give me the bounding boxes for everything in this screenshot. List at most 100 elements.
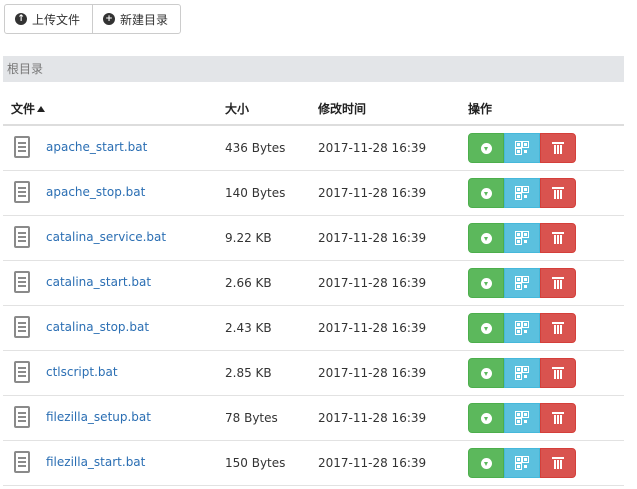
trash-icon: [552, 142, 564, 154]
qrcode-icon: [515, 276, 529, 290]
download-button[interactable]: [468, 358, 504, 388]
table-row: ctlscript.bat 2.85 KB 2017-11-28 16:39: [3, 351, 624, 396]
qrcode-icon: [515, 141, 529, 155]
file-name-link[interactable]: ctlscript.bat: [46, 365, 118, 379]
file-name-link[interactable]: filezilla_setup.bat: [46, 410, 151, 424]
delete-button[interactable]: [540, 178, 576, 208]
download-circle-icon: [480, 232, 492, 244]
qrcode-button[interactable]: [504, 268, 540, 298]
qrcode-button[interactable]: [504, 448, 540, 478]
file-name-link[interactable]: catalina_start.bat: [46, 275, 151, 289]
trash-icon: [552, 367, 564, 379]
download-button[interactable]: [468, 448, 504, 478]
delete-button[interactable]: [540, 448, 576, 478]
delete-button[interactable]: [540, 268, 576, 298]
header-name-label: 文件: [11, 102, 36, 116]
file-name-link[interactable]: apache_stop.bat: [46, 185, 145, 199]
file-name-link[interactable]: catalina_service.bat: [46, 230, 166, 244]
table-row: filezilla_setup.bat 78 Bytes 2017-11-28 …: [3, 396, 624, 441]
toolbar: ↑ 上传文件 + 新建目录: [4, 4, 181, 34]
file-name-link[interactable]: filezilla_start.bat: [46, 455, 145, 469]
file-size: 436 Bytes: [225, 141, 286, 155]
row-actions: [468, 268, 576, 298]
sort-ascending-icon: [37, 106, 46, 112]
qrcode-button[interactable]: [504, 133, 540, 163]
delete-button[interactable]: [540, 313, 576, 343]
file-text-icon: [14, 226, 30, 248]
delete-button[interactable]: [540, 403, 576, 433]
delete-button[interactable]: [540, 223, 576, 253]
file-size: 2.85 KB: [225, 366, 272, 380]
qrcode-icon: [515, 186, 529, 200]
download-button[interactable]: [468, 178, 504, 208]
trash-icon: [552, 232, 564, 244]
qrcode-icon: [515, 321, 529, 335]
file-modified-time: 2017-11-28 16:39: [318, 321, 427, 335]
plus-circle-icon: +: [103, 13, 115, 25]
table-row: apache_stop.bat 140 Bytes 2017-11-28 16:…: [3, 171, 624, 216]
file-text-icon: [14, 406, 30, 428]
download-button[interactable]: [468, 268, 504, 298]
row-actions: [468, 178, 576, 208]
file-modified-time: 2017-11-28 16:39: [318, 141, 427, 155]
header-actions: 操作: [468, 102, 493, 116]
file-size: 2.66 KB: [225, 276, 272, 290]
table-header: 文件 大小 修改时间 操作: [3, 92, 624, 126]
file-text-icon: [14, 451, 30, 473]
breadcrumb-root[interactable]: 根目录: [7, 62, 43, 76]
upload-button[interactable]: ↑ 上传文件: [5, 5, 92, 33]
qrcode-button[interactable]: [504, 313, 540, 343]
upload-circle-icon: ↑: [15, 13, 27, 25]
qrcode-button[interactable]: [504, 358, 540, 388]
download-button[interactable]: [468, 133, 504, 163]
row-actions: [468, 403, 576, 433]
file-modified-time: 2017-11-28 16:39: [318, 276, 427, 290]
file-name-link[interactable]: apache_start.bat: [46, 140, 147, 154]
row-actions: [468, 133, 576, 163]
new-folder-button[interactable]: + 新建目录: [92, 5, 180, 33]
trash-icon: [552, 457, 564, 469]
row-actions: [468, 223, 576, 253]
download-button[interactable]: [468, 403, 504, 433]
file-modified-time: 2017-11-28 16:39: [318, 231, 427, 245]
row-actions: [468, 313, 576, 343]
file-size: 9.22 KB: [225, 231, 272, 245]
file-size: 2.43 KB: [225, 321, 272, 335]
new-folder-button-label: 新建目录: [120, 12, 169, 27]
file-text-icon: [14, 316, 30, 338]
file-size: 140 Bytes: [225, 186, 286, 200]
qrcode-icon: [515, 456, 529, 470]
download-circle-icon: [480, 457, 492, 469]
header-size: 大小: [225, 102, 250, 116]
file-size: 150 Bytes: [225, 456, 286, 470]
row-actions: [468, 358, 576, 388]
qrcode-button[interactable]: [504, 223, 540, 253]
file-modified-time: 2017-11-28 16:39: [318, 411, 427, 425]
header-name[interactable]: 文件: [11, 100, 46, 117]
download-circle-icon: [480, 322, 492, 334]
table-row: catalina_stop.bat 2.43 KB 2017-11-28 16:…: [3, 306, 624, 351]
download-button[interactable]: [468, 223, 504, 253]
row-actions: [468, 448, 576, 478]
download-circle-icon: [480, 187, 492, 199]
table-row: catalina_start.bat 2.66 KB 2017-11-28 16…: [3, 261, 624, 306]
file-text-icon: [14, 136, 30, 158]
delete-button[interactable]: [540, 358, 576, 388]
trash-icon: [552, 322, 564, 334]
qrcode-button[interactable]: [504, 178, 540, 208]
file-modified-time: 2017-11-28 16:39: [318, 366, 427, 380]
file-text-icon: [14, 361, 30, 383]
download-button[interactable]: [468, 313, 504, 343]
qrcode-icon: [515, 411, 529, 425]
upload-button-label: 上传文件: [32, 12, 81, 27]
file-text-icon: [14, 181, 30, 203]
breadcrumb: 根目录: [3, 56, 624, 82]
file-modified-time: 2017-11-28 16:39: [318, 456, 427, 470]
file-text-icon: [14, 271, 30, 293]
file-name-link[interactable]: catalina_stop.bat: [46, 320, 149, 334]
trash-icon: [552, 187, 564, 199]
download-circle-icon: [480, 412, 492, 424]
trash-icon: [552, 277, 564, 289]
delete-button[interactable]: [540, 133, 576, 163]
qrcode-button[interactable]: [504, 403, 540, 433]
